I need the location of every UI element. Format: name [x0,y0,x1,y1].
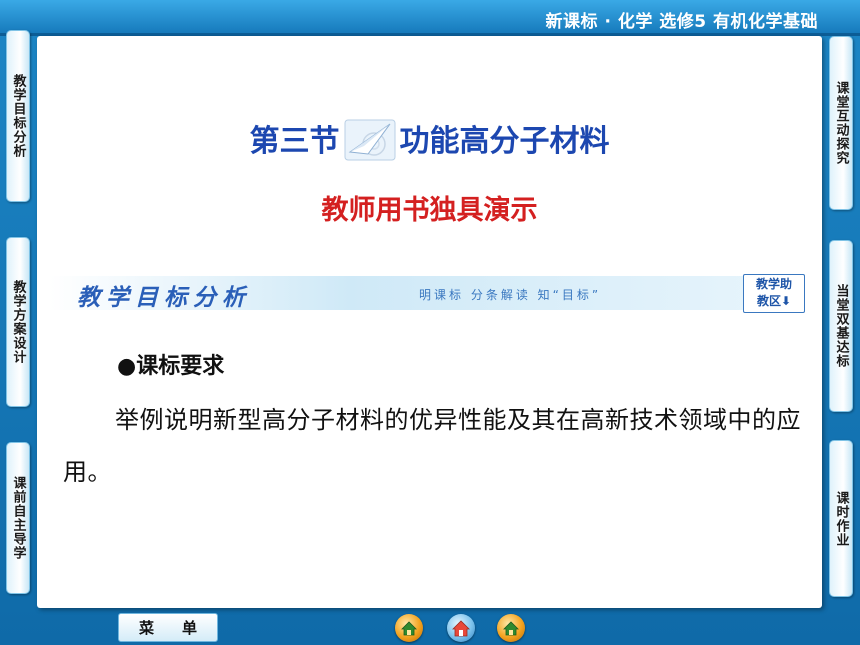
content-panel: 第三节 功能高分子材料 教师用书独具演示 教学目标分析 明课标 分条解读 知“目… [37,36,822,608]
tab-homework[interactable]: 课时作业 [829,440,853,597]
tab-label: 课时作业 [833,490,849,547]
banner-subtitle: 明课标 分条解读 知“目标” [419,288,602,302]
home-icon[interactable] [447,614,475,642]
curriculum-requirement-heading: ●课标要求 [117,354,225,379]
section-banner: 教学目标分析 明课标 分条解读 知“目标” 教学助 教区⬇ [49,274,805,313]
banner-title: 教学目标分析 [77,284,251,311]
menu-label: 菜单 [138,619,225,637]
section-title: 第三节 功能高分子材料 [37,116,822,168]
section-name: 功能高分子材料 [399,124,610,159]
paper-plane-icon [344,118,396,162]
teaching-aid-button[interactable]: 教学助 教区⬇ [743,274,805,313]
tab-label: 课前自主导学 [10,476,26,560]
tab-teaching-plan[interactable]: 教学方案设计 [6,237,30,407]
menu-button[interactable]: 菜单 [118,613,218,642]
header-bar: 新课标 · 化学 选修5 有机化学基础 [0,0,860,36]
tab-label: 当堂双基达标 [833,284,849,368]
tag-line-2: 教区⬇ [756,294,792,308]
forward-icon[interactable] [497,614,525,642]
teacher-book-subtitle: 教师用书独具演示 [321,195,538,226]
tab-teaching-goals[interactable]: 教学目标分析 [6,30,30,202]
requirement-text: 举例说明新型高分子材料的优异性能及其在高新技术领域中的应用。 [63,406,801,486]
tab-class-inquiry[interactable]: 课堂互动探究 [829,36,853,210]
tab-label: 教学方案设计 [10,280,26,364]
back-home-icon[interactable] [395,614,423,642]
tab-label: 教学目标分析 [10,74,26,158]
course-title: 新课标 · 化学 选修5 有机化学基础 [545,12,818,32]
tab-label: 课堂互动探究 [833,81,849,165]
section-number: 第三节 [249,124,340,159]
tag-line-1: 教学助 [755,277,792,291]
tab-in-class-check[interactable]: 当堂双基达标 [829,240,853,412]
tab-pre-class-study[interactable]: 课前自主导学 [6,442,30,594]
